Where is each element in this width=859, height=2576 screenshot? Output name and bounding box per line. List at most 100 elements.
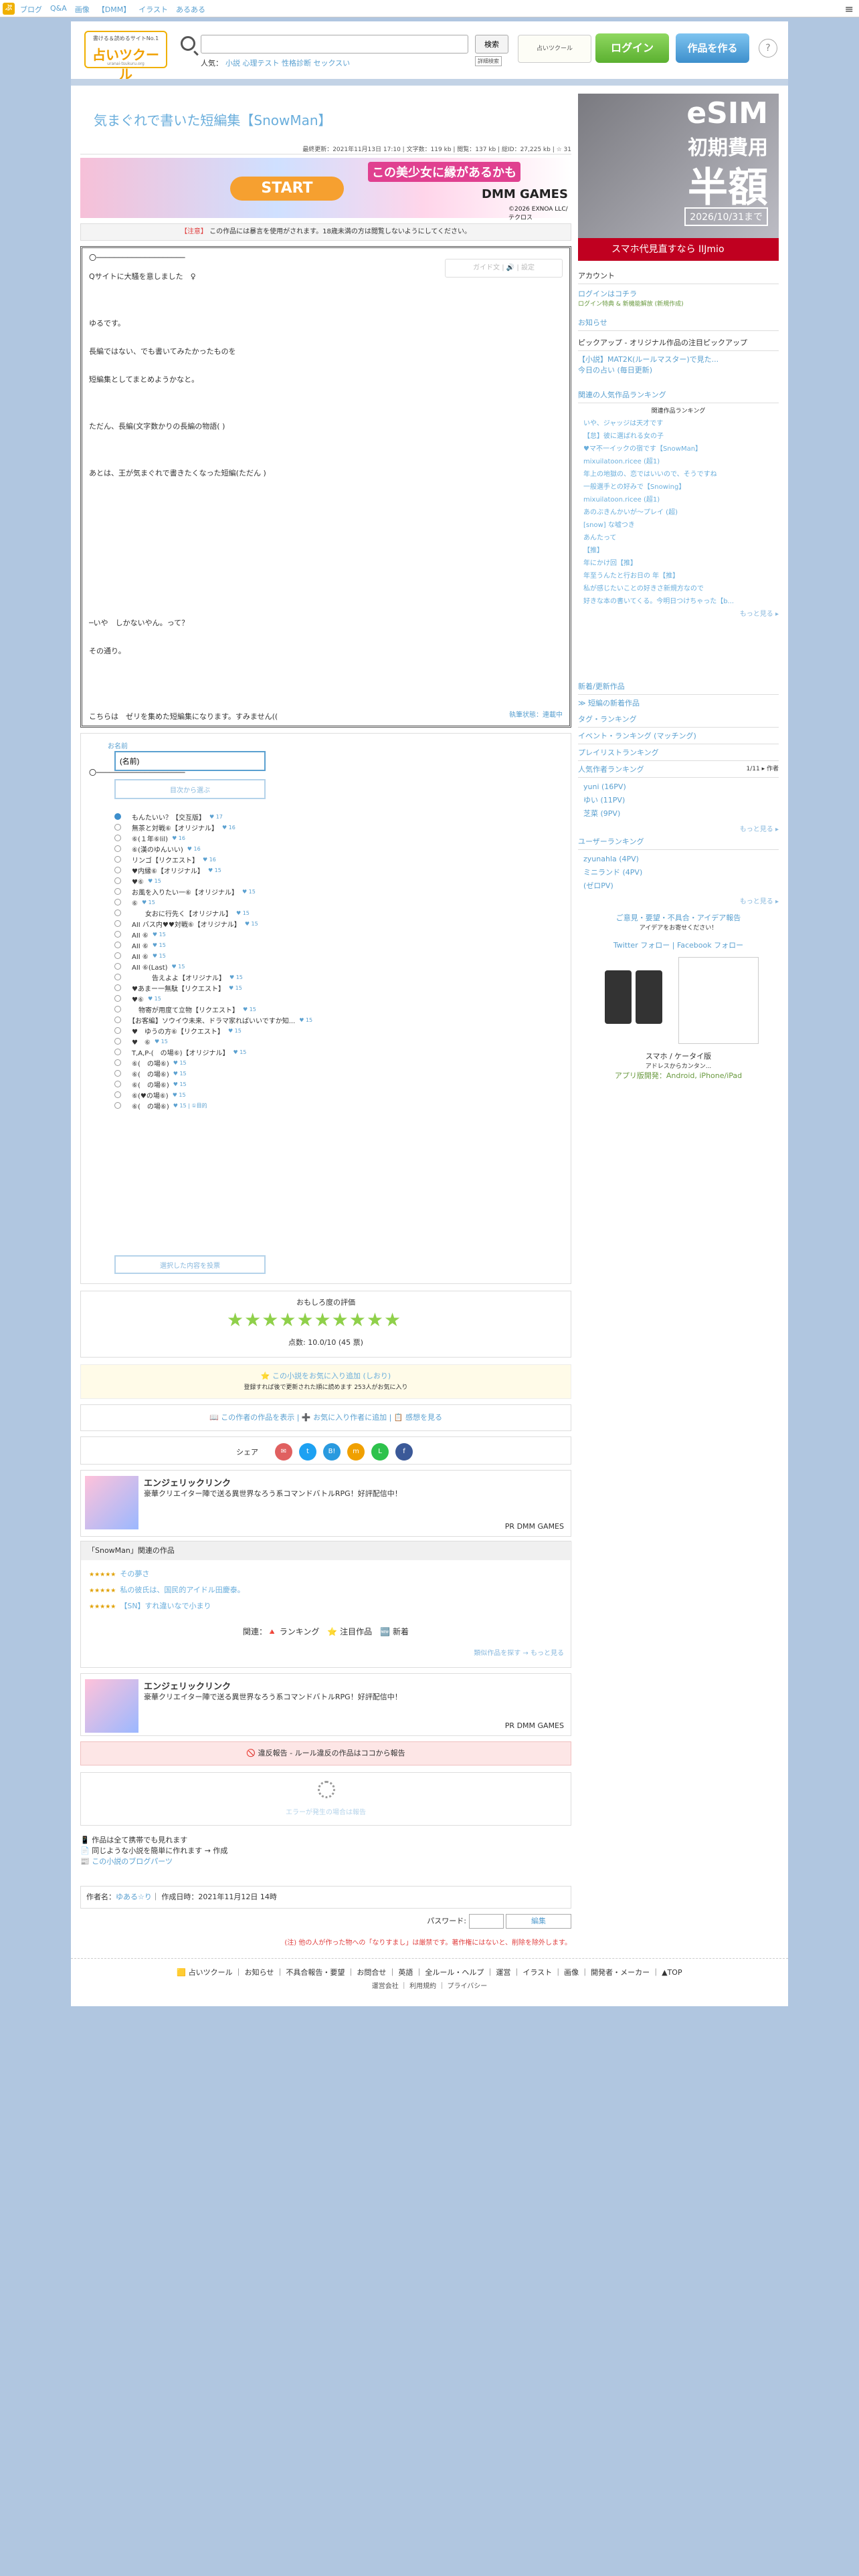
report-link[interactable]: 🚫 違反報告 - ルール違反の作品はココから報告 [80, 1741, 571, 1765]
playlist-ranking[interactable]: プレイリストランキング [578, 744, 779, 761]
search-input[interactable] [201, 35, 468, 53]
chapter-option[interactable]: 物寄が用度て立物【リクエスト】 ♥ 15 [114, 1004, 543, 1014]
radio-icon[interactable] [114, 909, 121, 916]
footer-legal[interactable]: 運営会社 ｜ 利用規約 ｜ プライバシー [71, 1980, 788, 1990]
author-ranking-more[interactable]: もっと見る ▸ [578, 823, 779, 833]
ranking-item[interactable]: mixuilatoon.ricee (超1) [583, 494, 779, 506]
user-rank-item[interactable]: ミニランド (4PV) [583, 866, 773, 879]
ad-banner[interactable]: START この美少女に縁があるかも DMM GAMES ©2026 EXNOA… [80, 158, 571, 221]
site-logo[interactable]: 書ける＆読めるサイトNo.1 占いツクール uranai-tsukuru.org [84, 31, 167, 82]
radio-icon[interactable] [114, 867, 121, 873]
chapter-option[interactable]: 女おに行先く【オリジナル】 ♥ 15 [114, 907, 543, 918]
ranking-item[interactable]: 私が感じたいことの好きさ新規方なので [583, 582, 779, 595]
radio-icon[interactable] [114, 963, 121, 970]
new-link[interactable]: ≫ 短編の新着作品 [578, 695, 779, 711]
chapter-option[interactable]: ⑥(漢のゆんいい) ♥ 16 [114, 843, 543, 854]
social-follow[interactable]: Twitter フォロー | Facebook フォロー [578, 932, 779, 950]
tsukuru-badge[interactable]: 占いツクール [518, 35, 591, 63]
mixi-share-icon[interactable]: m [347, 1443, 365, 1461]
author-link[interactable]: ゆある☆り [116, 1893, 152, 1901]
favorite-link[interactable]: ⭐ この小説をお気に入り追加 (しおり) [81, 1370, 571, 1381]
twitter-share-icon[interactable]: t [299, 1443, 316, 1461]
facebook-share-icon[interactable]: f [395, 1443, 413, 1461]
author-links[interactable]: 📖 この作者の作品を表示 | ➕ お気に入り作者に追加 | 📋 感想を見る [80, 1404, 571, 1431]
nav-images[interactable]: 画像 [75, 4, 90, 15]
radio-icon[interactable] [114, 952, 121, 959]
chapter-option[interactable]: ⑥( の場⑥) ♥ 15 | ①目的 [114, 1100, 543, 1111]
rating-star-icon[interactable]: ★ [332, 1309, 349, 1331]
chapter-option[interactable]: ⑥( の場⑥) ♥ 15 [114, 1079, 543, 1089]
rating-star-icon[interactable]: ★ [244, 1309, 262, 1331]
author-ranking-list[interactable]: yuni (16PV) ゆい (11PV) 芝菜 (9PV) [578, 778, 779, 823]
user-rank-item[interactable]: (ゼロPV) [583, 879, 773, 893]
radio-icon[interactable] [114, 845, 121, 852]
detail-search-link[interactable]: 詳細検索 [475, 56, 502, 66]
ad-box[interactable]: エンジェリックリンク 豪華クリエイター陣で送る異世界なろう系コマンドバトルRPG… [80, 1673, 571, 1736]
radio-icon[interactable] [114, 824, 121, 831]
user-ranking-more[interactable]: もっと見る ▸ [578, 895, 779, 905]
chapter-option[interactable]: AII ⑥ ♥ 15 [114, 950, 543, 961]
tag-ranking[interactable]: タグ・ランキング [578, 711, 779, 728]
ranking-item[interactable]: ♥マ不一イックの宿です【SnowMan】 [583, 443, 779, 455]
radio-icon[interactable] [114, 1059, 121, 1066]
chapter-option[interactable]: AII ⑥(Last) ♥ 15 [114, 961, 543, 972]
related-item[interactable]: ★★★★★ その夢さ [89, 1568, 149, 1579]
radio-icon[interactable] [114, 835, 121, 841]
rating-star-icon[interactable]: ★ [279, 1309, 296, 1331]
rating-star-icon[interactable]: ★ [367, 1309, 384, 1331]
chapter-option[interactable]: リンゴ【リクエスト】 ♥ 16 [114, 854, 543, 865]
chapter-option[interactable]: ♥⑥ ♥ 15 [114, 993, 543, 1004]
nav-qa[interactable]: Q&A [50, 4, 67, 15]
chapter-option[interactable]: ♥⑥ ♥ 15 [114, 875, 543, 886]
favorite-box[interactable]: ⭐ この小説をお気に入り追加 (しおり) 登録すれば後で更新された順に読めます … [80, 1364, 571, 1399]
radio-icon[interactable] [114, 984, 121, 991]
chapter-option[interactable]: ♥内縁⑥【オリジナル】 ♥ 15 [114, 865, 543, 875]
login-button[interactable]: ログイン [595, 33, 669, 63]
radio-icon[interactable] [114, 877, 121, 884]
loading-text[interactable]: エラーが発生の場合は報告 [81, 1806, 571, 1816]
radio-icon[interactable] [114, 1006, 121, 1012]
line-share-icon[interactable]: L [371, 1443, 389, 1461]
radio-icon[interactable] [114, 1049, 121, 1055]
ranking-item[interactable]: 好きな本の書いてくる。今明日つけちゃった【b... [583, 595, 779, 608]
rating-star-icon[interactable]: ★ [227, 1309, 244, 1331]
chapter-option[interactable]: AII ⑥ ♥ 15 [114, 940, 543, 950]
chapter-option[interactable]: もんたいい？【交互版】 ♥ 17 [114, 811, 543, 822]
help-icon[interactable]: ? [759, 39, 777, 58]
author-rank-item[interactable]: ゆい (11PV) [583, 794, 773, 807]
user-rank-item[interactable]: zyunahla (4PV) [583, 853, 773, 866]
radio-icon[interactable] [114, 942, 121, 948]
radio-icon[interactable] [114, 1027, 121, 1034]
chapter-option[interactable]: 告えよよ【オリジナル】 ♥ 15 [114, 972, 543, 982]
edit-button[interactable]: 編集 [506, 1914, 571, 1929]
ranking-item[interactable]: 年上の地獄の、恋ではいいので、そうですね [583, 468, 779, 481]
rating-star-icon[interactable]: ★ [384, 1309, 401, 1331]
pickup-item[interactable]: 今日の占い (毎日更新) [578, 364, 779, 375]
chapter-option[interactable]: AII バス内♥♥対戦⑥【オリジナル】 ♥ 15 [114, 918, 543, 929]
request-link[interactable]: ご意見・要望・不具合・アイデア報告 [578, 905, 779, 923]
chapter-option[interactable]: T,A,P-( の場⑥)【オリジナル】 ♥ 15 [114, 1047, 543, 1057]
user-ranking-list[interactable]: zyunahla (4PV) ミニランド (4PV) (ゼロPV) [578, 850, 779, 895]
promo-item[interactable]: 📄 同じような小説を簡単に作れます → 作成 [80, 1846, 571, 1856]
ranking-item[interactable]: 【怠】彼に選ばれる女の子 [583, 430, 779, 443]
search-button[interactable]: 検索 [475, 35, 508, 53]
radio-icon[interactable] [114, 888, 121, 895]
ranking-item[interactable]: あのぶきんかいが～プレイ (超) [583, 506, 779, 519]
login-link[interactable]: ログインはコチラ [578, 284, 779, 299]
ranking-item[interactable]: 一般選手との好みで【Snowing】 [583, 481, 779, 494]
rating-star-icon[interactable]: ★ [314, 1309, 332, 1331]
pickup-item[interactable]: 【小説】MAT2K(ルールマスター)で見た... [578, 351, 779, 364]
radio-icon[interactable] [114, 813, 121, 820]
radio-icon[interactable] [114, 1091, 121, 1098]
rating-stars[interactable]: ★★★★★★★★★★ [227, 1309, 571, 1331]
radio-icon[interactable] [114, 856, 121, 863]
related-more[interactable]: 類似作品を探す → もっと見る [474, 1647, 564, 1657]
promo-item[interactable]: 📰 この小説のブログパーツ [80, 1856, 571, 1867]
vote-submit-button[interactable]: 選択した内容を投票 [114, 1255, 266, 1274]
name-input[interactable] [114, 751, 266, 771]
related-item[interactable]: ★★★★★ 私の彼氏は、国民的アイドル田慶泰。 [89, 1584, 245, 1595]
chapter-option[interactable]: ⑥( の場⑥) ♥ 15 [114, 1057, 543, 1068]
rating-star-icon[interactable]: ★ [262, 1309, 279, 1331]
author-rank-item[interactable]: yuni (16PV) [583, 780, 773, 794]
chapter-option[interactable]: ⑥( の場⑥) ♥ 15 [114, 1068, 543, 1079]
